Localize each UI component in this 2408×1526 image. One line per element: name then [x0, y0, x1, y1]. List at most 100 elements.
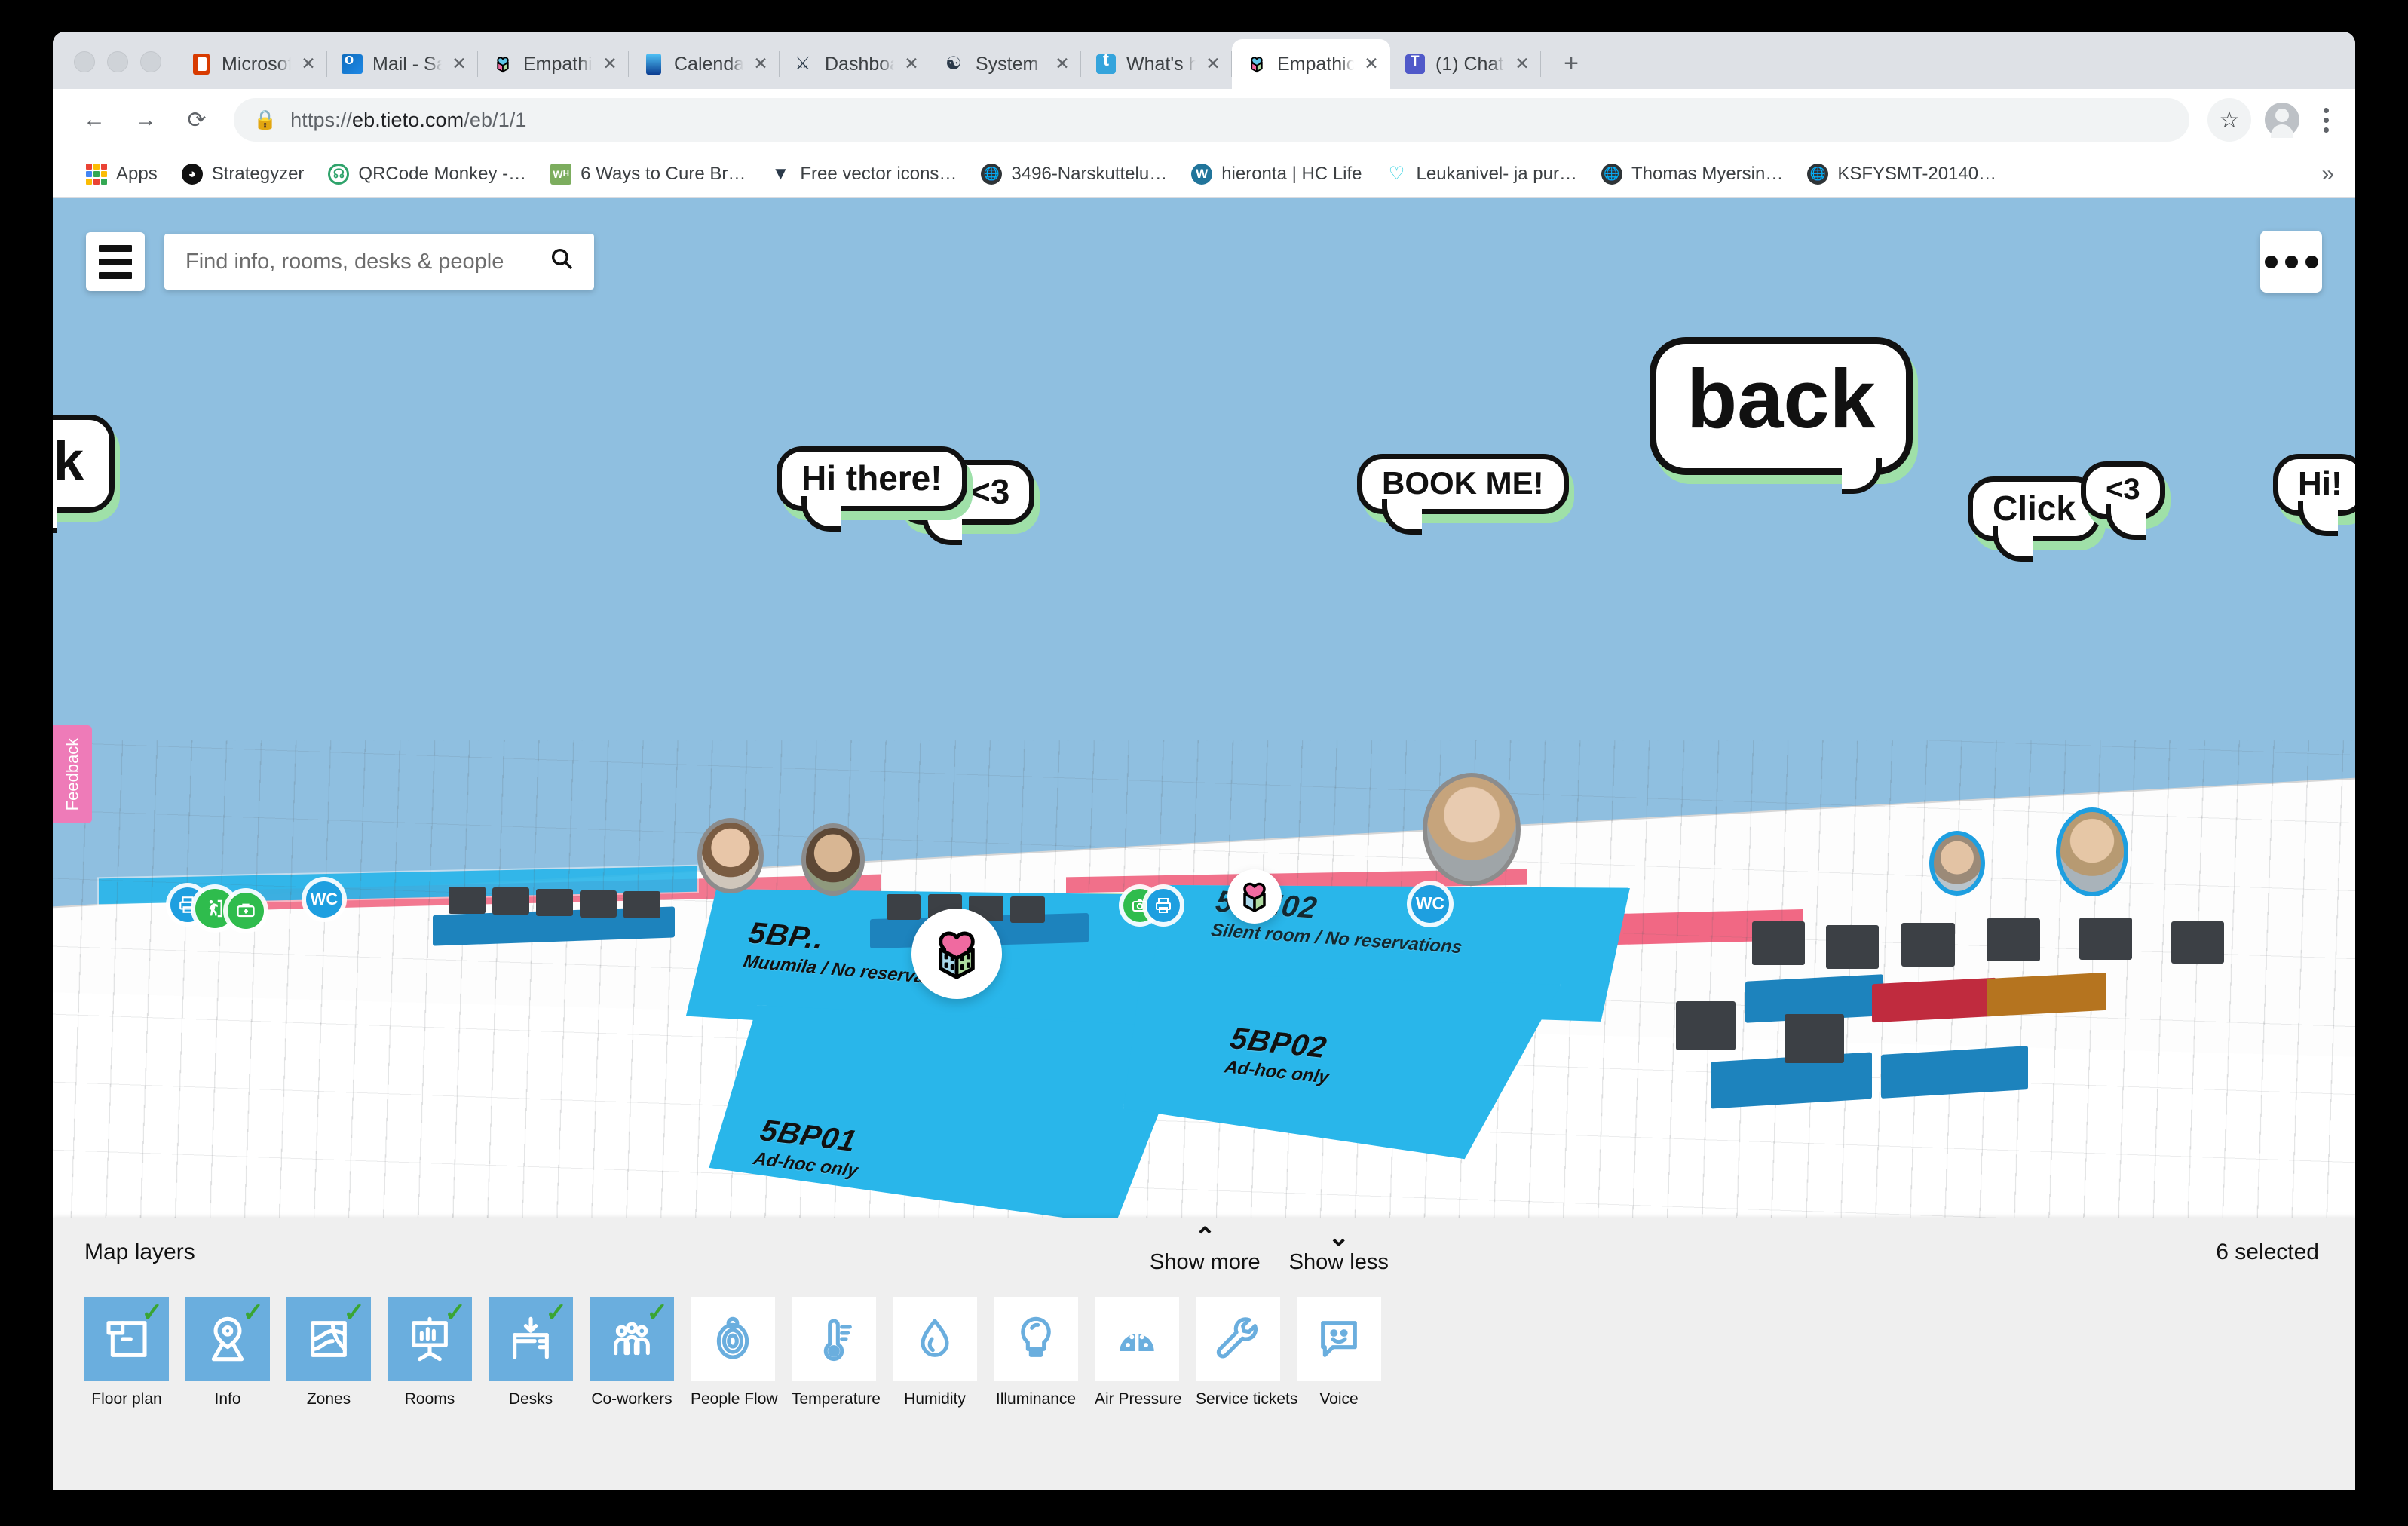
map-layer-toggle[interactable]: Air Pressure [1095, 1297, 1182, 1408]
bookmark-item[interactable]: WH 6 Ways to Cure Br… [538, 163, 758, 185]
thermometer-icon [810, 1315, 858, 1363]
map-layer-toggle[interactable]: ✓ Desks [489, 1297, 573, 1408]
map-layer-tile[interactable] [792, 1297, 876, 1381]
map-layer-tile[interactable]: ✓ [388, 1297, 472, 1381]
profile-avatar-icon[interactable] [2265, 103, 2299, 138]
map-layer-toggle[interactable]: Illuminance [994, 1297, 1078, 1408]
new-tab-button[interactable]: + [1550, 42, 1592, 84]
tab-close-icon[interactable]: ✕ [451, 55, 467, 72]
tab-title: Empathic Buildi [1277, 53, 1354, 75]
tab-close-icon[interactable]: ✕ [1514, 55, 1530, 72]
heart-outline-icon: ♡ [1388, 164, 1405, 184]
map-layer-toggle[interactable]: ✓ Floor plan [84, 1297, 169, 1408]
chrome-menu-icon[interactable] [2313, 98, 2339, 142]
speech-bubble[interactable]: <3 [2081, 461, 2165, 540]
speech-bubble[interactable]: ck [53, 415, 115, 533]
back-icon[interactable]: ← [72, 98, 116, 142]
address-bar[interactable]: 🔒 https://eb.tieto.com/eb/1/1 [234, 98, 2189, 142]
bookmark-item[interactable]: ◕ Strategyzer [170, 163, 317, 185]
browser-tab[interactable]: (1) Chat | Micro ✕ [1390, 39, 1541, 89]
map-layer-tile[interactable]: ✓ [185, 1297, 270, 1381]
map-layer-toggle[interactable]: Temperature [792, 1297, 881, 1408]
wc-icon[interactable]: WC [305, 881, 342, 918]
browser-tab[interactable]: ☯ System Dashbo ✕ [930, 39, 1081, 89]
tab-close-icon[interactable]: ✕ [903, 55, 920, 72]
bookmark-label: Thomas Myersin… [1631, 163, 1784, 184]
browser-tab[interactable]: ⚔ Dashboard - Em ✕ [780, 39, 930, 89]
browser-tab[interactable]: Empathic Buildi ✕ [478, 39, 629, 89]
search-icon[interactable] [549, 246, 574, 277]
tab-title: System Dashbo [976, 53, 1045, 75]
bookmark-star-icon[interactable]: ☆ [2207, 98, 2251, 142]
tab-close-icon[interactable]: ✕ [1205, 55, 1221, 72]
map-layer-tile[interactable] [1297, 1297, 1381, 1381]
map-layer-tile[interactable] [893, 1297, 977, 1381]
map-layer-tile[interactable] [691, 1297, 775, 1381]
browser-toolbar: ← → ⟳ 🔒 https://eb.tieto.com/eb/1/1 ☆ [53, 89, 2355, 151]
browser-tab[interactable]: Empathic Buildi ✕ [1232, 39, 1390, 89]
tab-close-icon[interactable]: ✕ [300, 55, 317, 72]
map-layer-toggle[interactable]: ✓ Zones [286, 1297, 371, 1408]
printer-icon[interactable] [1146, 888, 1180, 922]
bookmark-item[interactable]: 🌐 Thomas Myersin… [1589, 163, 1795, 185]
window-maximize-button[interactable] [140, 51, 161, 72]
bookmark-item[interactable]: 🌐 KSFYSMT-20140… [1795, 163, 2008, 185]
avatar[interactable] [1423, 772, 1521, 886]
hamburger-menu-icon[interactable] [86, 232, 145, 291]
tab-close-icon[interactable]: ✕ [602, 55, 618, 72]
browser-tab[interactable]: Microsoft Office ✕ [176, 39, 327, 89]
tab-close-icon[interactable]: ✕ [1054, 55, 1071, 72]
map-layer-toggle[interactable]: ✓ Info [185, 1297, 270, 1408]
overflow-menu-button[interactable] [2260, 231, 2322, 293]
tab-close-icon[interactable]: ✕ [752, 55, 769, 72]
window-minimize-button[interactable] [107, 51, 128, 72]
speech-bubble[interactable]: back [1650, 337, 1913, 494]
search-input[interactable]: Find info, rooms, desks & people [164, 234, 594, 290]
map-layer-toggle[interactable]: Humidity [893, 1297, 977, 1408]
map-layer-toggle[interactable]: ✓ Rooms [388, 1297, 472, 1408]
browser-tab[interactable]: Mail - Savolaine ✕ [327, 39, 478, 89]
avatar[interactable] [1929, 830, 1985, 896]
speech-bubble[interactable]: Hi there! [777, 446, 967, 532]
empathic-building-heart-icon[interactable] [911, 908, 1003, 999]
show-less-button[interactable]: ⌄ Show less [1289, 1224, 1389, 1275]
bookmark-item[interactable]: ♡ Leukanivel- ja pur… [1374, 164, 1589, 185]
bookmark-item[interactable]: 🌐 3496-Narskuttelu… [969, 163, 1179, 185]
bookmarks-overflow-button[interactable]: » [2321, 161, 2340, 187]
app-top-bar: Find info, rooms, desks & people [53, 198, 2355, 326]
map-layer-toggle[interactable]: Voice [1297, 1297, 1381, 1408]
bookmark-item[interactable]: ▼ Free vector icons… [758, 164, 969, 185]
bookmark-item[interactable]: ☊ QRCode Monkey -… [316, 163, 538, 185]
forward-icon[interactable]: → [124, 98, 167, 142]
avatar[interactable] [801, 823, 865, 896]
wc-icon[interactable]: WC [1411, 884, 1449, 923]
map-layer-tile[interactable] [1095, 1297, 1179, 1381]
window-close-button[interactable] [74, 51, 95, 72]
dashboard-icon: ⚔ [795, 54, 811, 74]
bookmark-label: KSFYSMT-20140… [1837, 163, 1997, 184]
speech-bubble[interactable]: BOOK ME! [1357, 454, 1569, 535]
browser-tab[interactable]: What's happeni ✕ [1081, 39, 1232, 89]
map-layer-toggle[interactable]: ✓ Co-workers [590, 1297, 674, 1408]
speech-bubble[interactable]: Hi! [2273, 454, 2355, 536]
map-layer-tile[interactable] [994, 1297, 1078, 1381]
bookmark-item[interactable]: Whieronta | HC Life [1179, 163, 1374, 185]
first-aid-icon[interactable] [228, 893, 265, 930]
browser-tab[interactable]: Calendar - Savo ✕ [629, 39, 780, 89]
bookmark-label: 3496-Narskuttelu… [1011, 163, 1168, 184]
tab-close-icon[interactable]: ✕ [1363, 55, 1380, 72]
map-layer-toggle[interactable]: People Flow [691, 1297, 778, 1408]
feedback-tab[interactable]: Feedback [53, 725, 92, 823]
map-layer-tile[interactable]: ✓ [489, 1297, 573, 1381]
avatar[interactable] [697, 817, 764, 893]
bookmark-item[interactable]: Apps [74, 163, 170, 185]
map-layer-tile[interactable]: ✓ [84, 1297, 169, 1381]
map-layer-tile[interactable]: ✓ [590, 1297, 674, 1381]
map-layer-tile[interactable]: ✓ [286, 1297, 371, 1381]
map-layer-toggle[interactable]: Service tickets [1196, 1297, 1297, 1408]
show-more-button[interactable]: ⌃ Show more [1150, 1224, 1261, 1275]
reload-icon[interactable]: ⟳ [175, 98, 219, 142]
empathic-building-heart-icon[interactable] [1227, 869, 1282, 924]
map-layer-tile[interactable] [1196, 1297, 1280, 1381]
avatar[interactable] [2055, 807, 2128, 896]
